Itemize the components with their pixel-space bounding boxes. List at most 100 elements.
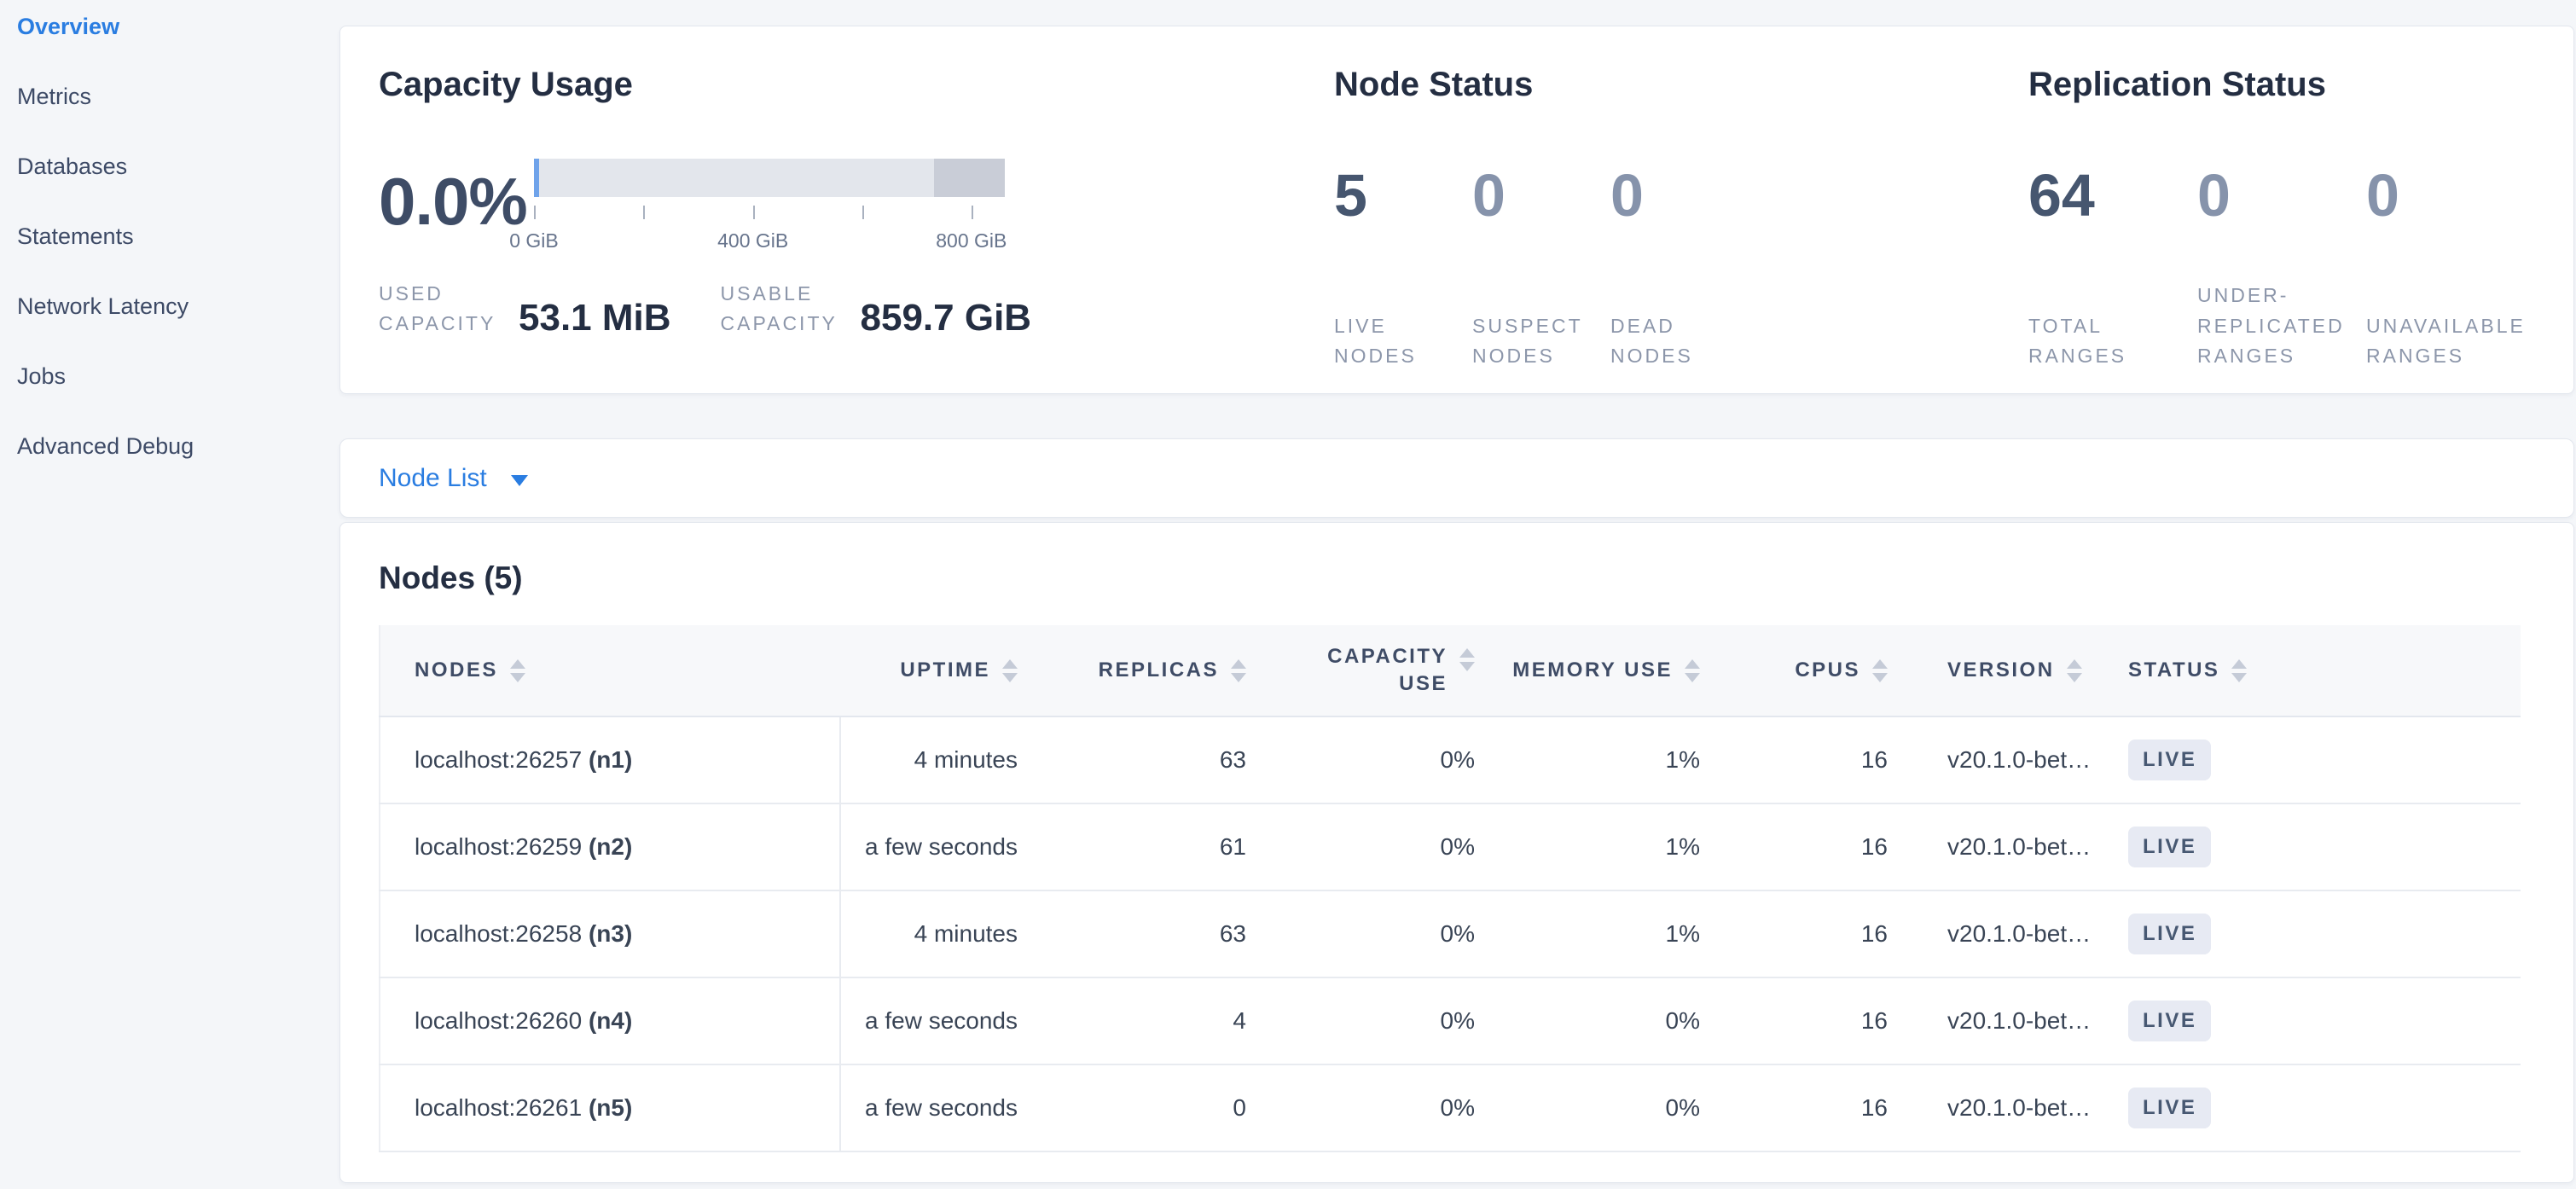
gauge-tick-label: 0 GiB	[509, 229, 559, 252]
gauge-tick	[753, 206, 755, 219]
capacity-stats: USED CAPACITY53.1 MiB USABLE CAPACITY859.…	[379, 279, 1334, 339]
sidebar-item-databases[interactable]: Databases	[0, 154, 339, 180]
sort-asc-icon	[2067, 659, 2082, 669]
table-row[interactable]: localhost:26259 (n2)a few seconds610%1%1…	[380, 803, 2521, 890]
counter-value: 0	[1610, 165, 1740, 225]
cell-memory_use: 1%	[1483, 803, 1709, 890]
sort-icon	[1872, 659, 1888, 682]
sort-asc-icon	[2231, 659, 2247, 669]
capacity-stat: USED CAPACITY53.1 MiB	[379, 279, 671, 339]
cell-uptime: a few seconds	[840, 1064, 1026, 1151]
replication-status-title: Replication Status	[2028, 66, 2535, 104]
cell-version: v20.1.0-bet…	[1896, 890, 2113, 977]
table-row[interactable]: localhost:26257 (n1)4 minutes630%1%16v20…	[380, 716, 2521, 803]
sort-asc-icon	[510, 659, 525, 669]
sidebar-item-advanced-debug[interactable]: Advanced Debug	[0, 433, 339, 460]
node-address: localhost:26259	[415, 833, 589, 860]
cell-status: LIVE	[2113, 977, 2521, 1064]
sidebar-item-jobs[interactable]: Jobs	[0, 363, 339, 390]
capacity-gauge: 0 GiB400 GiB800 GiB	[534, 159, 1005, 270]
counter: 0SUSPECT NODES	[1472, 165, 1602, 372]
column-header-cpus[interactable]: CPUS	[1709, 625, 1896, 716]
node-address: localhost:26258	[415, 920, 589, 947]
sidebar-nav: Overview Metrics Databases Statements Networ…	[0, 0, 339, 1189]
stat-value: 859.7 GiB	[861, 297, 1032, 339]
capacity-stat: USABLE CAPACITY859.7 GiB	[721, 279, 1032, 339]
counter-label: LIVE NODES	[1334, 311, 1464, 372]
sort-icon	[1002, 659, 1018, 682]
cell-status: LIVE	[2113, 1064, 2521, 1151]
cell-uptime: a few seconds	[840, 803, 1026, 890]
cell-node: localhost:26258 (n3)	[380, 890, 840, 977]
gauge-used-segment	[534, 159, 539, 197]
column-header-status[interactable]: STATUS	[2113, 625, 2521, 716]
sort-asc-icon	[1231, 659, 1246, 669]
counter-value: 64	[2028, 165, 2189, 225]
sort-icon	[1685, 659, 1700, 682]
node-list-dropdown[interactable]: Node List	[379, 464, 528, 493]
cell-replicas: 63	[1026, 716, 1255, 803]
column-header-capacity_use[interactable]: CAPACITY USE	[1255, 625, 1483, 716]
gauge-tick	[972, 206, 973, 219]
cell-cpus: 16	[1709, 977, 1896, 1064]
chevron-down-icon	[511, 475, 528, 486]
cell-node: localhost:26260 (n4)	[380, 977, 840, 1064]
counter-label: TOTAL RANGES	[2028, 311, 2189, 372]
stat-label: USABLE CAPACITY	[721, 279, 856, 338]
column-header-version[interactable]: VERSION	[1896, 625, 2113, 716]
column-header-label: MEMORY USE	[1512, 658, 1673, 682]
node-id: (n2)	[589, 833, 632, 860]
cell-uptime: 4 minutes	[840, 716, 1026, 803]
gauge-tick	[534, 206, 536, 219]
cell-node: localhost:26259 (n2)	[380, 803, 840, 890]
sort-icon	[2231, 659, 2247, 682]
column-header-inner: MEMORY USE	[1483, 658, 1709, 682]
column-header-label: UPTIME	[900, 658, 990, 682]
cell-capacity_use: 0%	[1255, 977, 1483, 1064]
table-row[interactable]: localhost:26258 (n3)4 minutes630%1%16v20…	[380, 890, 2521, 977]
counter: 0 DEAD NODES	[1610, 165, 1740, 372]
counter-label: DEAD NODES	[1610, 311, 1740, 372]
column-header-inner: NODES	[380, 658, 840, 682]
column-header-inner: UPTIME	[840, 658, 1026, 682]
cell-version: v20.1.0-bet…	[1896, 1064, 2113, 1151]
node-list-label: Node List	[379, 464, 487, 493]
cell-replicas: 63	[1026, 890, 1255, 977]
sidebar-item-overview[interactable]: Overview	[0, 14, 339, 40]
node-address: localhost:26260	[415, 1007, 589, 1034]
node-address: localhost:26261	[415, 1094, 589, 1121]
cell-uptime: 4 minutes	[840, 890, 1026, 977]
status-badge: LIVE	[2128, 826, 2211, 867]
table-row[interactable]: localhost:26260 (n4)a few seconds40%0%16…	[380, 977, 2521, 1064]
cell-capacity_use: 0%	[1255, 890, 1483, 977]
column-header-node[interactable]: NODES	[380, 625, 840, 716]
page: Overview Metrics Databases Statements Networ…	[0, 0, 2576, 1189]
counter: 0UNAVAILABLE RANGES	[2366, 165, 2527, 372]
sort-desc-icon	[2231, 673, 2247, 682]
table-row[interactable]: localhost:26261 (n5)a few seconds00%0%16…	[380, 1064, 2521, 1151]
gauge-tick-label: 400 GiB	[717, 229, 788, 252]
sidebar-item-statements[interactable]: Statements	[0, 223, 339, 250]
sidebar-item-metrics[interactable]: Metrics	[0, 84, 339, 110]
nodes-table: NODES UPTIME REPLICASCAPACITY USE MEMORY US…	[379, 625, 2521, 1152]
sidebar-item-network-latency[interactable]: Network Latency	[0, 293, 339, 320]
sort-asc-icon	[1002, 659, 1018, 669]
counter-value: 0	[2366, 165, 2527, 225]
column-header-replicas[interactable]: REPLICAS	[1026, 625, 1255, 716]
cell-cpus: 16	[1709, 890, 1896, 977]
cell-cpus: 16	[1709, 716, 1896, 803]
column-header-uptime[interactable]: UPTIME	[840, 625, 1026, 716]
sort-asc-icon	[1685, 659, 1700, 669]
cell-memory_use: 0%	[1483, 977, 1709, 1064]
gauge-axis: 0 GiB400 GiB800 GiB	[534, 197, 1005, 270]
status-badge: LIVE	[2128, 1000, 2211, 1041]
sort-desc-icon	[1872, 673, 1888, 682]
status-badge: LIVE	[2128, 1088, 2211, 1128]
cell-node: localhost:26257 (n1)	[380, 716, 840, 803]
column-header-memory_use[interactable]: MEMORY USE	[1483, 625, 1709, 716]
capacity-gauge-bar	[534, 159, 1005, 197]
cell-cpus: 16	[1709, 803, 1896, 890]
node-id: (n1)	[589, 746, 632, 773]
node-status-title: Node Status	[1334, 66, 2028, 104]
replication-status-section: Replication Status 64TOTAL RANGES0UNDER-…	[2028, 66, 2535, 393]
